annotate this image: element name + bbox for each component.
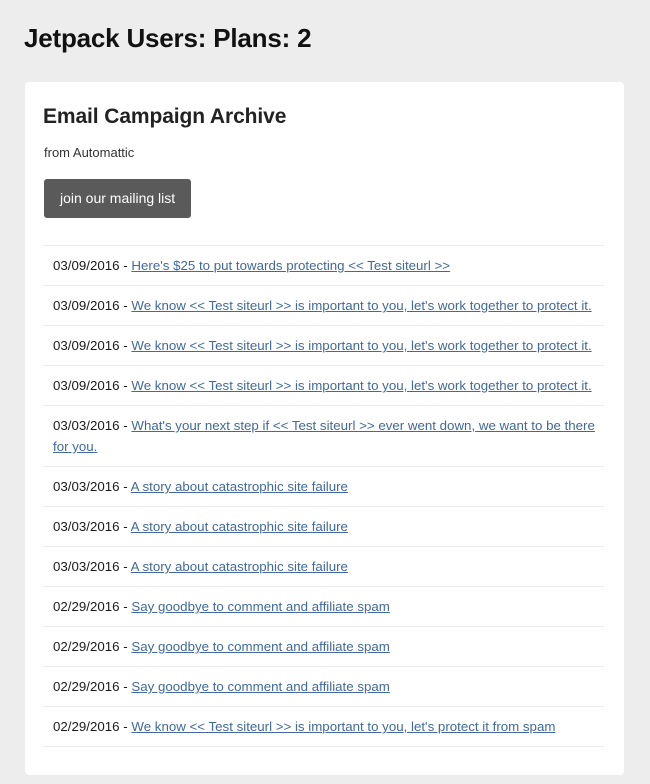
card-footer-space bbox=[43, 747, 604, 775]
archive-item-date: 03/09/2016 bbox=[53, 338, 120, 353]
archive-item-date: 02/29/2016 bbox=[53, 719, 120, 734]
archive-item-date: 03/09/2016 bbox=[53, 258, 120, 273]
archive-list-item: 03/09/2016 - We know << Test siteurl >> … bbox=[43, 286, 604, 326]
archive-item-link[interactable]: We know << Test siteurl >> is important … bbox=[131, 378, 591, 393]
archive-item-date: 03/09/2016 bbox=[53, 298, 120, 313]
archive-item-date: 03/03/2016 bbox=[53, 479, 120, 494]
archive-list-item: 02/29/2016 - Say goodbye to comment and … bbox=[43, 627, 604, 667]
archive-list-item: 03/03/2016 - A story about catastrophic … bbox=[43, 507, 604, 547]
archive-item-date: 03/03/2016 bbox=[53, 418, 120, 433]
archive-item-separator: - bbox=[119, 298, 132, 313]
archive-list-item: 02/29/2016 - Say goodbye to comment and … bbox=[43, 587, 604, 627]
page-title: Jetpack Users: Plans: 2 bbox=[24, 23, 312, 53]
archive-list-item: 03/03/2016 - A story about catastrophic … bbox=[43, 467, 604, 507]
archive-item-link[interactable]: A story about catastrophic site failure bbox=[131, 519, 348, 534]
archive-item-separator: - bbox=[119, 679, 132, 694]
archive-heading: Email Campaign Archive bbox=[43, 105, 287, 128]
archive-item-link[interactable]: Say goodbye to comment and affiliate spa… bbox=[131, 639, 389, 654]
archive-item-link[interactable]: A story about catastrophic site failure bbox=[131, 559, 348, 574]
archive-item-date: 02/29/2016 bbox=[53, 639, 120, 654]
archive-item-link[interactable]: We know << Test siteurl >> is important … bbox=[131, 298, 591, 313]
archive-item-date: 03/03/2016 bbox=[53, 519, 120, 534]
archive-list-item: 02/29/2016 - Say goodbye to comment and … bbox=[43, 667, 604, 707]
join-mailing-list-button[interactable]: join our mailing list bbox=[44, 179, 192, 218]
archive-item-date: 02/29/2016 bbox=[53, 599, 120, 614]
archive-item-separator: - bbox=[119, 519, 131, 534]
archive-item-link[interactable]: Here's $25 to put towards protecting << … bbox=[131, 258, 450, 273]
archive-list-item: 03/09/2016 - We know << Test siteurl >> … bbox=[43, 326, 604, 366]
archive-item-date: 02/29/2016 bbox=[53, 679, 120, 694]
archive-item-separator: - bbox=[119, 479, 131, 494]
archive-list-item: 02/29/2016 - We know << Test siteurl >> … bbox=[43, 707, 604, 747]
archive-item-separator: - bbox=[119, 258, 132, 273]
archive-item-link[interactable]: What's your next step if << Test siteurl… bbox=[53, 418, 595, 454]
archive-item-separator: - bbox=[119, 599, 132, 614]
archive-list-item: 03/03/2016 - What's your next step if <<… bbox=[43, 406, 604, 467]
archive-item-date: 03/03/2016 bbox=[53, 559, 120, 574]
archive-item-separator: - bbox=[119, 719, 132, 734]
archive-item-link[interactable]: We know << Test siteurl >> is important … bbox=[131, 338, 591, 353]
archive-subtitle: from Automattic bbox=[44, 145, 135, 160]
archive-item-separator: - bbox=[119, 559, 131, 574]
archive-item-separator: - bbox=[119, 418, 132, 433]
archive-item-separator: - bbox=[119, 378, 132, 393]
email-campaign-archive-card: Email Campaign Archive from Automattic j… bbox=[25, 82, 624, 775]
archive-item-separator: - bbox=[119, 639, 132, 654]
archive-item-link[interactable]: Say goodbye to comment and affiliate spa… bbox=[131, 679, 389, 694]
archive-list-item: 03/09/2016 - Here's $25 to put towards p… bbox=[43, 246, 604, 286]
archive-list-item: 03/09/2016 - We know << Test siteurl >> … bbox=[43, 366, 604, 406]
archive-item-link[interactable]: Say goodbye to comment and affiliate spa… bbox=[131, 599, 389, 614]
archive-list: 03/09/2016 - Here's $25 to put towards p… bbox=[43, 245, 604, 747]
archive-item-link[interactable]: We know << Test siteurl >> is important … bbox=[131, 719, 555, 734]
archive-item-date: 03/09/2016 bbox=[53, 378, 120, 393]
archive-item-link[interactable]: A story about catastrophic site failure bbox=[131, 479, 348, 494]
archive-list-item: 03/03/2016 - A story about catastrophic … bbox=[43, 547, 604, 587]
archive-item-separator: - bbox=[119, 338, 132, 353]
card-inner: Email Campaign Archive from Automattic j… bbox=[25, 82, 624, 775]
